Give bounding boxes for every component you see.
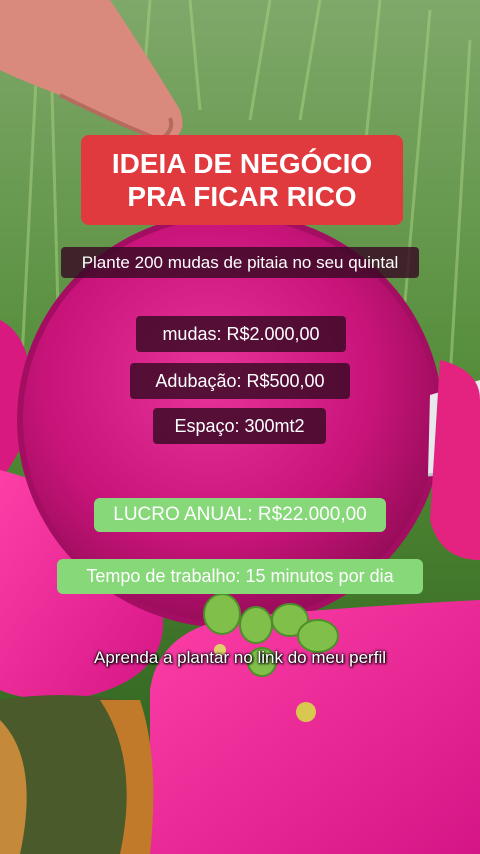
- work-time-badge: Tempo de trabalho: 15 minutos por dia: [57, 559, 423, 594]
- cost-mudas: mudas: R$2.000,00: [136, 316, 346, 352]
- title-banner: IDEIA DE NEGÓCIO PRA FICAR RICO: [81, 135, 403, 225]
- cost-espaco: Espaço: 300mt2: [153, 408, 326, 444]
- title-line-2: PRA FICAR RICO: [127, 181, 357, 212]
- title-line-1: IDEIA DE NEGÓCIO: [111, 148, 373, 179]
- profit-badge: LUCRO ANUAL: R$22.000,00: [94, 498, 386, 532]
- cost-adubacao: Adubação: R$500,00: [130, 363, 350, 399]
- caption-text: Aprenda a plantar no link do meu perfil: [93, 648, 386, 667]
- subtitle-label: Plante 200 mudas de pitaia no seu quinta…: [61, 247, 419, 278]
